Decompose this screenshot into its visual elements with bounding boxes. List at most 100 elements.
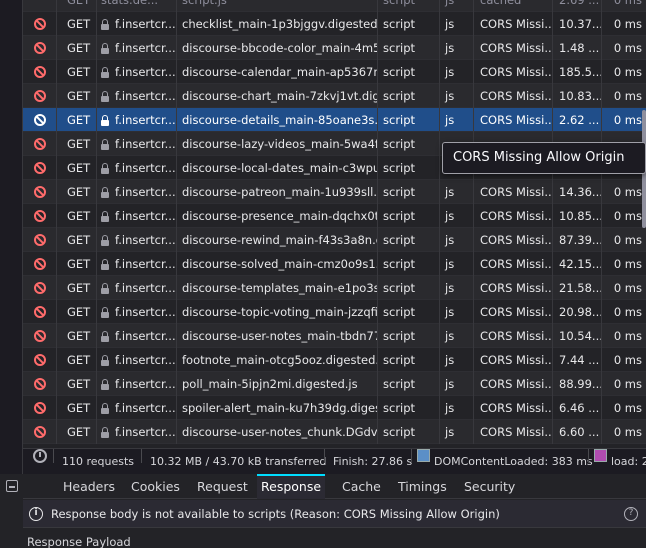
tab-request[interactable]: Request [193, 474, 252, 499]
table-row[interactable]: GET f.insertcr... discourse-topic-voting_m… [23, 300, 646, 324]
status-cell [23, 12, 57, 36]
file-cell: discourse-user-notes_chunk.DGdvJN-t [177, 420, 378, 444]
file-cell: discourse-user-notes_main-tbdn774v. [177, 324, 378, 348]
table-row[interactable]: GET f.insertcr... discourse-patreon_main-1… [23, 180, 646, 204]
load-time: load: 2 [611, 455, 646, 468]
method-cell: GET [57, 372, 97, 396]
status-summary-bar: 110 requests 10.32 MB / 43.70 kB transfe… [23, 448, 646, 474]
lock-icon [101, 282, 109, 294]
lock-icon [101, 330, 109, 342]
divider [324, 449, 325, 463]
table-row[interactable]: GET f.insertcr... spoiler-alert_main-ku7h3… [23, 396, 646, 420]
status-cell [23, 276, 57, 300]
domain-cell: f.insertcr... [97, 324, 177, 348]
table-row[interactable]: GET f.insertcr... discourse-user-notes_chu… [23, 420, 646, 444]
method-cell: GET [57, 396, 97, 420]
status-cell [23, 108, 57, 132]
lock-icon [101, 210, 109, 222]
type-cell: js [440, 300, 474, 324]
table-row[interactable]: GET f.insertcr... checklist_main-1p3bjggv.… [23, 12, 646, 36]
domain-cell: f.insertcr... [97, 300, 177, 324]
domain-text: f.insertcr... [115, 305, 176, 319]
domain-text: f.insertcr... [115, 41, 176, 55]
left-gutter [0, 0, 23, 474]
table-row[interactable]: GET f.insertcr... discourse-templates_main… [23, 276, 646, 300]
cors-tooltip: CORS Missing Allow Origin [442, 142, 646, 174]
domain-text: f.insertcr... [115, 185, 176, 199]
tab-security[interactable]: Security [460, 474, 519, 499]
file-cell: discourse-solved_main-cmz0o9s1.dige [177, 252, 378, 276]
tab-cookies[interactable]: Cookies [127, 474, 184, 499]
blocked-icon [33, 401, 46, 414]
domain-text: f.insertcr... [115, 281, 176, 295]
type-cell: js [440, 12, 474, 36]
initiator-cell: script [378, 132, 440, 156]
domain-cell: f.insertcr... [97, 60, 177, 84]
blocked-icon [33, 161, 46, 174]
response-payload-label[interactable]: Response Payload [23, 528, 646, 548]
request-table: 200 GET stats.de... script.js script js … [23, 0, 646, 448]
transferred-cell: CORS Missi... [474, 228, 553, 252]
size-cell: 6.46 ... [553, 396, 602, 420]
lock-icon [101, 306, 109, 318]
file-cell: checklist_main-1p3bjggv.digested.js [177, 12, 378, 36]
initiator-cell: script [378, 228, 440, 252]
initiator-cell: script [378, 84, 440, 108]
table-row[interactable]: GET f.insertcr... poll_main-5ipjn2mi.diges… [23, 372, 646, 396]
table-row[interactable]: GET f.insertcr... discourse-presence_main-… [23, 204, 646, 228]
table-row[interactable]: GET f.insertcr... discourse-chart_main-7zk… [23, 84, 646, 108]
method-cell: GET [57, 36, 97, 60]
toggle-panel-icon[interactable] [6, 480, 18, 492]
transferred-cell: cached [474, 0, 553, 12]
status-cell [23, 60, 57, 84]
transferred-cell: CORS Missi... [474, 300, 553, 324]
size-cell: 20.98... [553, 300, 602, 324]
type-cell: js [440, 372, 474, 396]
method-cell: GET [57, 180, 97, 204]
table-row[interactable]: GET f.insertcr... discourse-bbcode-color_m… [23, 36, 646, 60]
tab-headers[interactable]: Headers [59, 474, 119, 499]
blocked-icon [33, 113, 46, 126]
method-cell: GET [57, 132, 97, 156]
tab-timings[interactable]: Timings [394, 474, 451, 499]
table-row[interactable]: GET f.insertcr... discourse-details_main-8… [23, 108, 646, 132]
table-row[interactable]: GET f.insertcr... discourse-calendar_main-… [23, 60, 646, 84]
status-cell [23, 180, 57, 204]
initiator-cell: script [378, 420, 440, 444]
domain-cell: f.insertcr... [97, 12, 177, 36]
method-cell: GET [57, 252, 97, 276]
transferred-cell: CORS Missi... [474, 108, 553, 132]
lock-icon [101, 426, 109, 438]
file-cell: discourse-chart_main-7zkvj1vt.digeste [177, 84, 378, 108]
domain-cell: f.insertcr... [97, 108, 177, 132]
dom-content-loaded-marker [417, 449, 430, 462]
domain-text: f.insertcr... [115, 233, 176, 247]
blocked-icon [33, 305, 46, 318]
domain-text: f.insertcr... [115, 65, 176, 79]
finish-time: Finish: 27.86 s [333, 455, 413, 468]
status-cell [23, 252, 57, 276]
blocked-icon [33, 137, 46, 150]
domain-text: f.insertcr... [115, 17, 176, 31]
transferred-cell: CORS Missi... [474, 396, 553, 420]
file-cell: discourse-details_main-85oane3s.dige [177, 108, 378, 132]
tab-cache[interactable]: Cache [338, 474, 385, 499]
type-cell: js [440, 420, 474, 444]
table-row[interactable]: GET f.insertcr... discourse-solved_main-cm… [23, 252, 646, 276]
status-cell [23, 348, 57, 372]
table-row[interactable]: GET f.insertcr... discourse-user-notes_mai… [23, 324, 646, 348]
type-cell: js [440, 0, 474, 12]
table-row[interactable]: GET f.insertcr... discourse-rewind_main-f4… [23, 228, 646, 252]
tab-response[interactable]: Response [257, 474, 326, 499]
table-row[interactable]: 200 GET stats.de... script.js script js … [23, 0, 646, 12]
table-row[interactable]: GET f.insertcr... footnote_main-otcg5ooz.d… [23, 348, 646, 372]
clock-icon[interactable] [33, 449, 47, 463]
duration-cell: 0 ms [613, 113, 642, 127]
domain-text: f.insertcr... [115, 137, 176, 151]
domain-text: f.insertcr... [115, 89, 176, 103]
initiator-cell: script [378, 276, 440, 300]
method-cell: GET [57, 108, 97, 132]
request-count: 110 requests [62, 455, 135, 468]
help-icon[interactable]: ? [624, 507, 638, 521]
initiator-cell: script [378, 36, 440, 60]
